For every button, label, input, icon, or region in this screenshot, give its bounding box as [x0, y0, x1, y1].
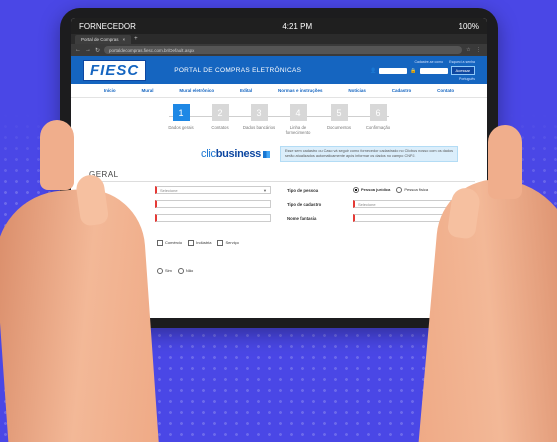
cnpj-field[interactable] — [155, 200, 271, 208]
pessoa-fisica-radio[interactable]: Pessoa física — [396, 187, 428, 193]
step-number: 3 — [250, 104, 268, 121]
right-hand-finger — [488, 125, 522, 199]
step-number: 6 — [369, 104, 387, 121]
step-6[interactable]: 6 Confirmação — [358, 104, 398, 130]
lock-icon: 🔒 — [410, 67, 417, 74]
close-icon[interactable]: × — [123, 37, 126, 42]
step-1[interactable]: 1 Dados gerais — [161, 104, 201, 130]
registration-steps: 1 Dados gerais 2 Contatos 3 Dados bancár… — [71, 104, 487, 144]
left-hand — [0, 185, 159, 442]
forgot-password-link[interactable]: Esqueci a senha — [449, 60, 475, 64]
left-hand-finger — [40, 120, 74, 190]
reload-icon[interactable]: ↻ — [95, 47, 100, 54]
back-icon[interactable]: ← — [75, 47, 81, 53]
step-4[interactable]: 4 Linha de fornecimento — [278, 104, 318, 135]
chevron-down-icon: ▼ — [263, 188, 267, 193]
menu-item-normas[interactable]: Normas e instruções — [278, 88, 323, 93]
status-bar: FORNECEDOR 4:21 PM 100% — [71, 18, 487, 34]
url-field[interactable]: portaldecompras.fiesc.com.br/Default.asp… — [104, 46, 463, 54]
menu-item-mural-eletronico[interactable]: Mural eletrônico — [179, 88, 214, 93]
tipo-cadastro-label: Tipo de cadastro — [287, 202, 322, 207]
step-label: Linha de fornecimento — [285, 125, 311, 135]
industria-checkbox[interactable]: Indústria — [188, 240, 211, 246]
nome-fantasia-field[interactable] — [353, 214, 453, 222]
step-label: Contatos — [211, 125, 229, 130]
razao-social-field[interactable] — [155, 214, 271, 222]
tab-title: Portal de Compras — [81, 36, 119, 42]
main-menu: Início Mural Mural eletrônico Edital Nor… — [71, 84, 487, 98]
step-number: 5 — [330, 104, 348, 121]
clock: 4:21 PM — [282, 21, 313, 31]
servico-checkbox[interactable]: Serviço — [217, 240, 239, 246]
language-selector[interactable]: Português — [459, 77, 475, 81]
browser-toolbar-icons[interactable]: ☆ ⋮ — [466, 47, 483, 53]
ramo-atividade-options: Comércio Indústria Serviço — [157, 240, 239, 246]
clicbusiness-logo: clicbusiness — [201, 148, 261, 160]
step-label: Confirmação — [365, 125, 391, 130]
nome-fantasia-label: Nome fantasia — [287, 216, 317, 221]
comercio-checkbox[interactable]: Comércio — [157, 240, 182, 246]
banner-message: Esse sem cadastro ou Caso vá seguir como… — [280, 146, 458, 162]
step-5[interactable]: 5 Documentos — [319, 104, 359, 130]
clicbusiness-mark-icon — [263, 150, 270, 158]
menu-item-cadastro[interactable]: Cadastro — [392, 88, 412, 93]
nao-radio[interactable]: Não — [177, 268, 193, 274]
address-bar: ← → ↻ portaldecompras.fiesc.com.br/Defau… — [71, 44, 487, 56]
step-label: Documentos — [326, 125, 352, 130]
user-icon: 👤 — [370, 67, 377, 74]
menu-item-noticias[interactable]: Notícias — [348, 88, 366, 93]
new-tab-icon[interactable]: + — [134, 36, 138, 42]
clicbusiness-banner: clicbusiness Esse sem cadastro ou Caso v… — [201, 146, 487, 162]
fiesc-logo[interactable]: FIESC — [83, 59, 147, 81]
step-2[interactable]: 2 Contatos — [200, 104, 240, 130]
battery-label: 100% — [458, 21, 479, 31]
tipo-cadastro-select[interactable]: Selecione — [353, 200, 453, 208]
step-3[interactable]: 3 Dados bancários — [239, 104, 279, 130]
forward-icon[interactable]: → — [85, 47, 91, 53]
step-number: 4 — [289, 104, 307, 121]
me-epp-options: Sim Não — [157, 268, 193, 274]
portal-title: PORTAL DE COMPRAS ELETRÔNICAS — [174, 66, 302, 74]
step-label: Dados gerais — [168, 125, 194, 130]
menu-item-contato[interactable]: Contato — [437, 88, 454, 93]
pessoa-juridica-radio[interactable]: Pessoa jurídica — [353, 187, 390, 193]
step-number: 1 — [172, 104, 190, 121]
username-field[interactable] — [379, 67, 408, 74]
menu-item-edital[interactable]: Edital — [240, 88, 252, 93]
password-field[interactable] — [419, 67, 448, 74]
login-button[interactable]: Acessar — [450, 66, 475, 75]
select-field[interactable]: Selecione ▼ — [155, 186, 271, 194]
menu-item-mural[interactable]: Mural — [142, 88, 154, 93]
step-label: Dados bancários — [242, 125, 276, 130]
step-number: 2 — [211, 104, 229, 121]
section-title: GERAL — [89, 170, 119, 179]
tipo-pessoa-label: Tipo de pessoa — [287, 188, 319, 193]
browser-tabs: Portal de Compras × + — [71, 34, 487, 44]
register-link[interactable]: Cadastre-se como — [415, 60, 444, 64]
menu-item-inicio[interactable]: Início — [104, 88, 116, 93]
tipo-pessoa-options: Pessoa jurídica Pessoa física — [353, 187, 428, 193]
sim-radio[interactable]: Sim — [157, 268, 172, 274]
browser-tab[interactable]: Portal de Compras × — [75, 34, 132, 44]
site-header: FIESC PORTAL DE COMPRAS ELETRÔNICAS Cada… — [71, 56, 487, 84]
carrier-label: FORNECEDOR — [79, 21, 136, 31]
login-area: Cadastre-se como Esqueci a senha 👤 🔒 Ace… — [370, 60, 475, 81]
